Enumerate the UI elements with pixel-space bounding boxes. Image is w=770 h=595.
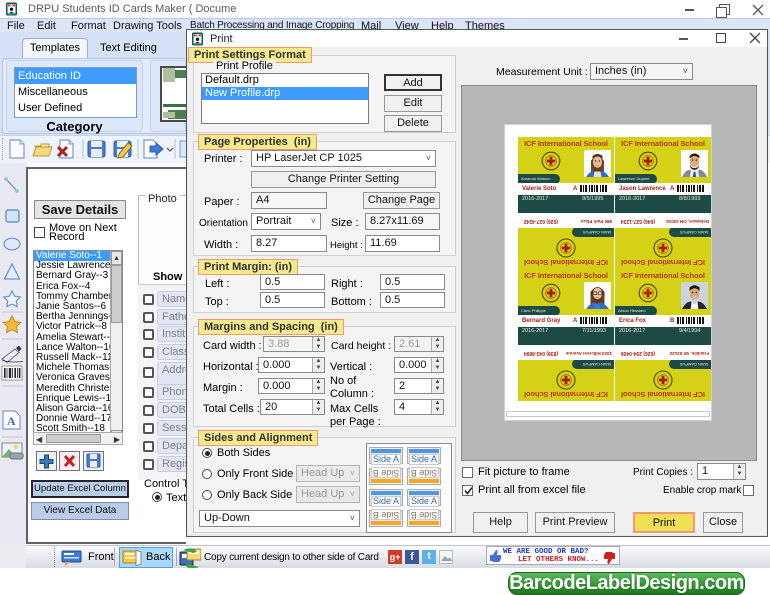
svg-text:A: A [7,414,16,428]
